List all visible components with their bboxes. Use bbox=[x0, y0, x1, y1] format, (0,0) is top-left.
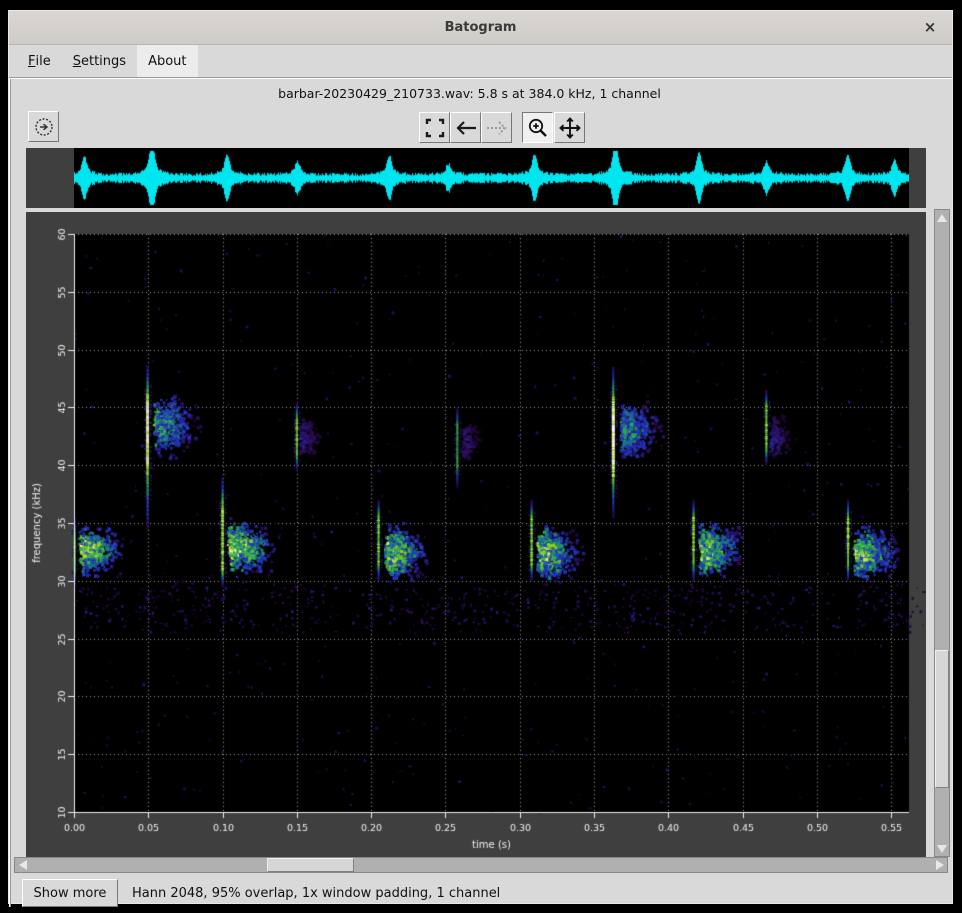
magnifier-plus-icon bbox=[527, 117, 549, 139]
forward-button-disabled[interactable] bbox=[481, 112, 512, 143]
amplitude-overview-panel bbox=[26, 148, 926, 208]
horizontal-scrollbar-thumb[interactable] bbox=[267, 858, 354, 872]
show-more-button[interactable]: Show more bbox=[22, 879, 118, 907]
settings-summary: Hann 2048, 95% overlap, 1x window paddin… bbox=[132, 879, 500, 907]
fit-all-button[interactable] bbox=[419, 112, 450, 143]
title-bar[interactable]: Batogram × bbox=[9, 11, 952, 45]
triangle-left-icon bbox=[19, 860, 27, 870]
back-button[interactable] bbox=[450, 112, 481, 143]
scroll-left-button[interactable] bbox=[15, 858, 30, 872]
amplitude-overview-plot[interactable] bbox=[74, 148, 909, 208]
arrow-right-icon bbox=[486, 120, 508, 136]
vertical-scrollbar-thumb[interactable] bbox=[935, 650, 949, 788]
scroll-right-button[interactable] bbox=[932, 858, 947, 872]
main-content: barbar-20230429_210733.wav: 5.8 s at 384… bbox=[9, 77, 952, 907]
spectrogram-plot[interactable] bbox=[26, 212, 926, 857]
scroll-up-button[interactable] bbox=[935, 210, 949, 225]
target-arrow-icon bbox=[33, 116, 55, 138]
scroll-down-button[interactable] bbox=[935, 841, 949, 856]
arrow-left-icon bbox=[455, 120, 477, 136]
zoom-mode-button[interactable] bbox=[522, 112, 553, 143]
expand-brackets-icon bbox=[425, 118, 445, 138]
menu-item-about[interactable]: About bbox=[137, 45, 197, 77]
triangle-down-icon bbox=[937, 845, 947, 853]
home-view-button[interactable] bbox=[28, 111, 59, 142]
pan-mode-button[interactable] bbox=[554, 112, 585, 143]
close-icon[interactable]: × bbox=[920, 17, 940, 37]
spectrogram-panel bbox=[26, 212, 926, 857]
file-info-title: barbar-20230429_210733.wav: 5.8 s at 384… bbox=[9, 86, 930, 101]
menu-bar: File Settings About bbox=[9, 45, 952, 77]
move-arrows-icon bbox=[559, 117, 581, 139]
triangle-right-icon bbox=[936, 860, 944, 870]
triangle-up-icon bbox=[937, 214, 947, 222]
vertical-scrollbar[interactable] bbox=[934, 209, 950, 857]
window-title: Batogram bbox=[445, 20, 517, 35]
menu-item-file[interactable]: File bbox=[17, 45, 62, 77]
app-window: Batogram × File Settings About barbar-20… bbox=[8, 10, 953, 904]
menu-item-settings[interactable]: Settings bbox=[62, 45, 137, 77]
horizontal-scrollbar[interactable] bbox=[14, 857, 948, 873]
